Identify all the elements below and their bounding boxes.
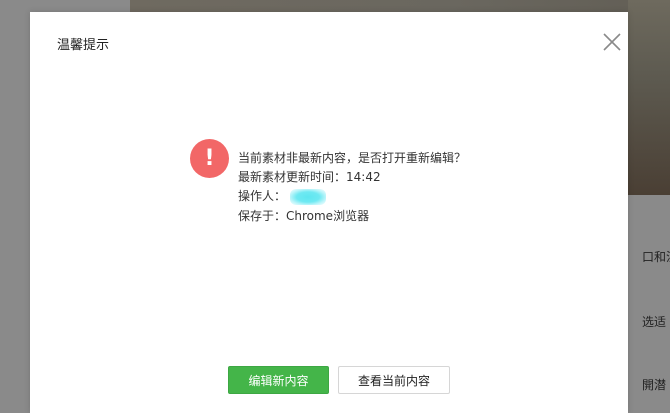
dialog: 温馨提示 ! 当前素材非最新内容，是否打开重新编辑？ 最新素材更新时间：14:4… (30, 12, 628, 413)
background-text-2: 选适 (642, 315, 667, 329)
background-image-strip (130, 0, 670, 12)
close-icon[interactable] (601, 31, 623, 53)
operator-name-redacted (290, 188, 327, 205)
warning-icon: ! (190, 139, 229, 178)
operator-label: 操作人： (238, 189, 287, 203)
warning-glyph: ! (204, 146, 215, 171)
background-image (628, 0, 670, 195)
message-line-operator: 操作人： (238, 187, 327, 205)
background-text-1: 口和注 (642, 250, 670, 264)
dialog-title: 温馨提示 (57, 38, 110, 53)
message-line-2: 最新素材更新时间：14:42 (238, 170, 381, 184)
message-line-4: 保存于：Chrome浏览器 (238, 209, 370, 223)
message-line-1: 当前素材非最新内容，是否打开重新编辑？ (238, 151, 467, 165)
edit-new-content-button[interactable]: 编辑新内容 (228, 366, 329, 394)
background-text-3: 開潜 (642, 378, 667, 392)
view-current-content-button[interactable]: 查看当前内容 (338, 366, 450, 394)
